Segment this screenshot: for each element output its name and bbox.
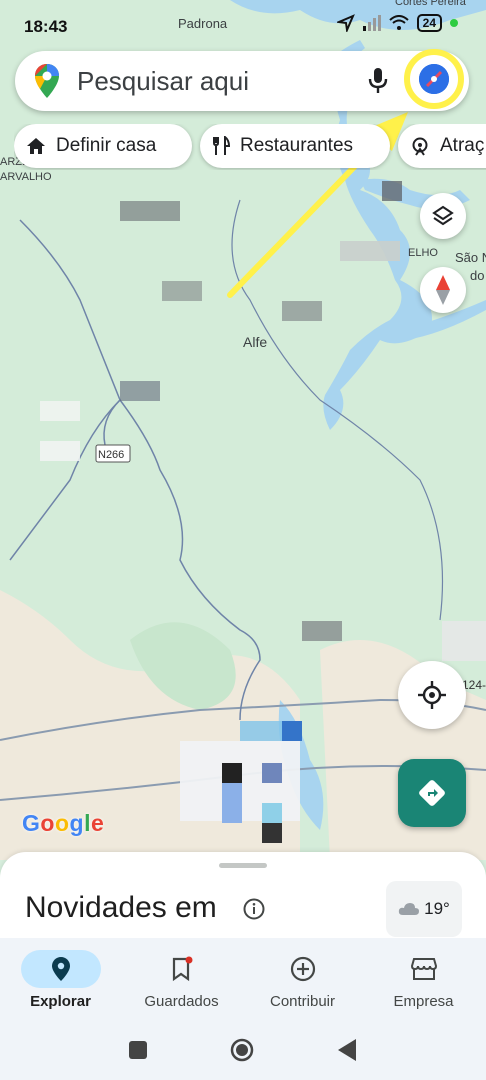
chip-label: Restaurantes [240,135,354,156]
directions-button[interactable] [398,759,466,827]
map-label: São N [455,250,486,265]
sheet-title: Novidades em [25,891,217,924]
nav-guardados[interactable]: Guardados [121,938,242,1020]
explore-bottom-sheet[interactable]: Novidades em 19° [0,852,486,942]
compass-icon [436,275,450,305]
map-label: do [470,268,484,283]
google-attribution-logo: Google [22,810,105,836]
chip-label: Atraç [440,135,485,156]
nav-explorar[interactable]: Explorar [0,938,121,1020]
back-button-icon[interactable] [338,1039,358,1061]
sheet-drag-handle[interactable] [219,863,267,868]
search-input[interactable]: Pesquisar aqui [77,66,249,97]
add-circle-icon [290,956,315,982]
storefront-icon [410,958,437,980]
battery-indicator: 24 [416,14,442,32]
search-bar[interactable]: Pesquisar aqui [15,51,469,111]
map-label: Alfe [243,334,267,350]
explore-pin-icon [51,957,70,981]
bottom-navigation: Explorar Guardados Contribuir Empresa [0,938,486,1020]
google-maps-pin-icon [35,64,59,98]
home-icon [27,138,45,154]
attraction-icon [412,137,428,156]
nav-label: Empresa [393,993,454,1010]
signal-icon [362,15,381,31]
fork-knife-icon [213,136,230,155]
chip-restaurantes[interactable]: Restaurantes [200,124,390,168]
my-location-button[interactable] [398,661,466,729]
info-icon[interactable] [243,898,265,920]
profile-image-icon [419,64,449,94]
home-button-icon[interactable] [230,1038,254,1062]
nav-icon-container [384,950,464,988]
status-bar: 18:43 24 [0,0,486,52]
nav-empresa[interactable]: Empresa [363,938,484,1020]
bookmark-icon [172,956,192,982]
chip-definir-casa[interactable]: Definir casa [14,124,192,168]
weather-chip[interactable]: 19° [386,881,462,937]
road-label: N266 [98,449,124,461]
status-time: 18:43 [24,17,68,36]
compass-button[interactable] [420,267,466,313]
privacy-dot [450,19,458,27]
chip-atracoes[interactable]: Atraç [398,124,486,168]
nav-label: Explorar [30,993,91,1010]
crosshair-icon [418,681,446,709]
nav-label: Guardados [144,993,219,1010]
nav-icon-container [20,950,101,988]
recents-button-icon[interactable] [129,1041,147,1059]
layers-icon [432,205,454,226]
chip-label: Definir casa [56,135,157,156]
nav-icon-container [142,950,222,988]
system-navigation-bar [0,1020,486,1080]
map-layers-button[interactable] [420,193,466,239]
avatar [419,64,449,94]
cloud-icon [398,903,420,915]
location-arrow-icon [336,14,355,32]
category-chips: Definir casa Restaurantes Atraç [14,124,486,170]
account-avatar-button[interactable] [404,49,464,109]
nav-contribuir[interactable]: Contribuir [242,938,363,1020]
microphone-icon[interactable] [367,67,389,95]
nav-icon-container [263,950,343,988]
nav-label: Contribuir [269,993,336,1010]
wifi-icon [388,15,409,30]
directions-icon [419,780,445,806]
map-label: ARVALHO [0,171,52,183]
status-icons: 24 [336,14,458,32]
temperature-label: 19° [424,899,450,918]
map-label: ELHO [408,247,438,259]
